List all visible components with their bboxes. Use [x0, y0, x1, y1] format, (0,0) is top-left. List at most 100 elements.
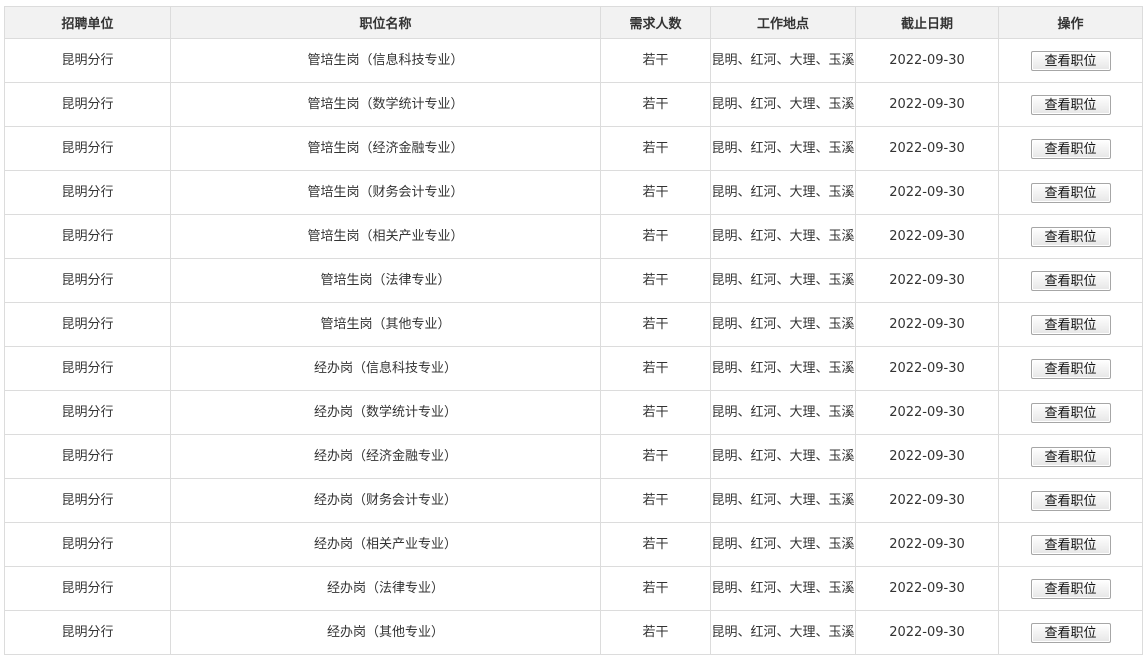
cell-action: 查看职位	[998, 390, 1143, 435]
table-row: 昆明分行 经办岗（其他专业） 若干 昆明、红河、大理、玉溪 2022-09-30…	[4, 610, 1143, 655]
cell-location: 昆明、红河、大理、玉溪	[710, 478, 856, 523]
cell-position: 管培生岗（法律专业）	[170, 258, 601, 303]
cell-action: 查看职位	[998, 522, 1143, 567]
table-row: 昆明分行 管培生岗（其他专业） 若干 昆明、红河、大理、玉溪 2022-09-3…	[4, 302, 1143, 347]
cell-unit: 昆明分行	[4, 170, 171, 215]
cell-location: 昆明、红河、大理、玉溪	[710, 566, 856, 611]
cell-unit: 昆明分行	[4, 214, 171, 259]
table-row: 昆明分行 经办岗（法律专业） 若干 昆明、红河、大理、玉溪 2022-09-30…	[4, 566, 1143, 611]
cell-unit: 昆明分行	[4, 258, 171, 303]
view-position-button[interactable]: 查看职位	[1030, 50, 1111, 71]
job-table: 招聘单位 职位名称 需求人数 工作地点 截止日期 操作 昆明分行 管培生岗（信息…	[4, 6, 1143, 655]
cell-unit: 昆明分行	[4, 126, 171, 171]
cell-unit: 昆明分行	[4, 522, 171, 567]
cell-position: 管培生岗（数学统计专业）	[170, 82, 601, 127]
cell-count: 若干	[600, 302, 711, 347]
view-position-button[interactable]: 查看职位	[1030, 358, 1111, 379]
view-position-button[interactable]: 查看职位	[1030, 490, 1111, 511]
cell-location: 昆明、红河、大理、玉溪	[710, 258, 856, 303]
cell-location: 昆明、红河、大理、玉溪	[710, 82, 856, 127]
view-position-button[interactable]: 查看职位	[1030, 182, 1111, 203]
view-position-button[interactable]: 查看职位	[1030, 94, 1111, 115]
cell-deadline: 2022-09-30	[855, 346, 999, 391]
view-position-button[interactable]: 查看职位	[1030, 578, 1111, 599]
cell-position: 管培生岗（经济金融专业）	[170, 126, 601, 171]
table-header-row: 招聘单位 职位名称 需求人数 工作地点 截止日期 操作	[4, 6, 1143, 39]
cell-unit: 昆明分行	[4, 346, 171, 391]
cell-deadline: 2022-09-30	[855, 478, 999, 523]
cell-position: 管培生岗（其他专业）	[170, 302, 601, 347]
cell-location: 昆明、红河、大理、玉溪	[710, 434, 856, 479]
cell-count: 若干	[600, 126, 711, 171]
cell-location: 昆明、红河、大理、玉溪	[710, 170, 856, 215]
cell-deadline: 2022-09-30	[855, 610, 999, 655]
cell-action: 查看职位	[998, 170, 1143, 215]
cell-deadline: 2022-09-30	[855, 566, 999, 611]
view-position-button[interactable]: 查看职位	[1030, 138, 1111, 159]
cell-position: 经办岗（数学统计专业）	[170, 390, 601, 435]
cell-location: 昆明、红河、大理、玉溪	[710, 214, 856, 259]
cell-action: 查看职位	[998, 346, 1143, 391]
cell-deadline: 2022-09-30	[855, 170, 999, 215]
cell-action: 查看职位	[998, 302, 1143, 347]
cell-unit: 昆明分行	[4, 390, 171, 435]
cell-deadline: 2022-09-30	[855, 82, 999, 127]
cell-unit: 昆明分行	[4, 38, 171, 83]
cell-count: 若干	[600, 522, 711, 567]
cell-position: 经办岗（财务会计专业）	[170, 478, 601, 523]
cell-count: 若干	[600, 346, 711, 391]
cell-action: 查看职位	[998, 258, 1143, 303]
cell-unit: 昆明分行	[4, 478, 171, 523]
view-position-button[interactable]: 查看职位	[1030, 534, 1111, 555]
cell-position: 管培生岗（财务会计专业）	[170, 170, 601, 215]
cell-position: 管培生岗（相关产业专业）	[170, 214, 601, 259]
cell-action: 查看职位	[998, 566, 1143, 611]
table-row: 昆明分行 经办岗（经济金融专业） 若干 昆明、红河、大理、玉溪 2022-09-…	[4, 434, 1143, 479]
cell-action: 查看职位	[998, 434, 1143, 479]
cell-location: 昆明、红河、大理、玉溪	[710, 610, 856, 655]
cell-location: 昆明、红河、大理、玉溪	[710, 390, 856, 435]
table-row: 昆明分行 管培生岗（数学统计专业） 若干 昆明、红河、大理、玉溪 2022-09…	[4, 82, 1143, 127]
cell-unit: 昆明分行	[4, 434, 171, 479]
view-position-button[interactable]: 查看职位	[1030, 622, 1111, 643]
header-position: 职位名称	[170, 6, 601, 39]
cell-count: 若干	[600, 170, 711, 215]
cell-position: 经办岗（相关产业专业）	[170, 522, 601, 567]
cell-position: 经办岗（信息科技专业）	[170, 346, 601, 391]
table-row: 昆明分行 经办岗（数学统计专业） 若干 昆明、红河、大理、玉溪 2022-09-…	[4, 390, 1143, 435]
view-position-button[interactable]: 查看职位	[1030, 226, 1111, 247]
view-position-button[interactable]: 查看职位	[1030, 402, 1111, 423]
table-row: 昆明分行 管培生岗（财务会计专业） 若干 昆明、红河、大理、玉溪 2022-09…	[4, 170, 1143, 215]
header-location: 工作地点	[710, 6, 856, 39]
table-row: 昆明分行 经办岗（信息科技专业） 若干 昆明、红河、大理、玉溪 2022-09-…	[4, 346, 1143, 391]
table-row: 昆明分行 经办岗（财务会计专业） 若干 昆明、红河、大理、玉溪 2022-09-…	[4, 478, 1143, 523]
header-count: 需求人数	[600, 6, 711, 39]
cell-unit: 昆明分行	[4, 302, 171, 347]
cell-location: 昆明、红河、大理、玉溪	[710, 346, 856, 391]
header-unit: 招聘单位	[4, 6, 171, 39]
cell-count: 若干	[600, 214, 711, 259]
cell-count: 若干	[600, 478, 711, 523]
cell-deadline: 2022-09-30	[855, 38, 999, 83]
cell-deadline: 2022-09-30	[855, 258, 999, 303]
cell-unit: 昆明分行	[4, 610, 171, 655]
table-row: 昆明分行 管培生岗（经济金融专业） 若干 昆明、红河、大理、玉溪 2022-09…	[4, 126, 1143, 171]
cell-location: 昆明、红河、大理、玉溪	[710, 302, 856, 347]
cell-action: 查看职位	[998, 82, 1143, 127]
cell-deadline: 2022-09-30	[855, 302, 999, 347]
cell-position: 管培生岗（信息科技专业）	[170, 38, 601, 83]
cell-position: 经办岗（法律专业）	[170, 566, 601, 611]
cell-action: 查看职位	[998, 126, 1143, 171]
view-position-button[interactable]: 查看职位	[1030, 446, 1111, 467]
cell-action: 查看职位	[998, 610, 1143, 655]
cell-deadline: 2022-09-30	[855, 390, 999, 435]
header-action: 操作	[998, 6, 1143, 39]
cell-count: 若干	[600, 390, 711, 435]
cell-deadline: 2022-09-30	[855, 214, 999, 259]
view-position-button[interactable]: 查看职位	[1030, 270, 1111, 291]
cell-action: 查看职位	[998, 478, 1143, 523]
cell-location: 昆明、红河、大理、玉溪	[710, 38, 856, 83]
cell-count: 若干	[600, 610, 711, 655]
view-position-button[interactable]: 查看职位	[1030, 314, 1111, 335]
header-deadline: 截止日期	[855, 6, 999, 39]
